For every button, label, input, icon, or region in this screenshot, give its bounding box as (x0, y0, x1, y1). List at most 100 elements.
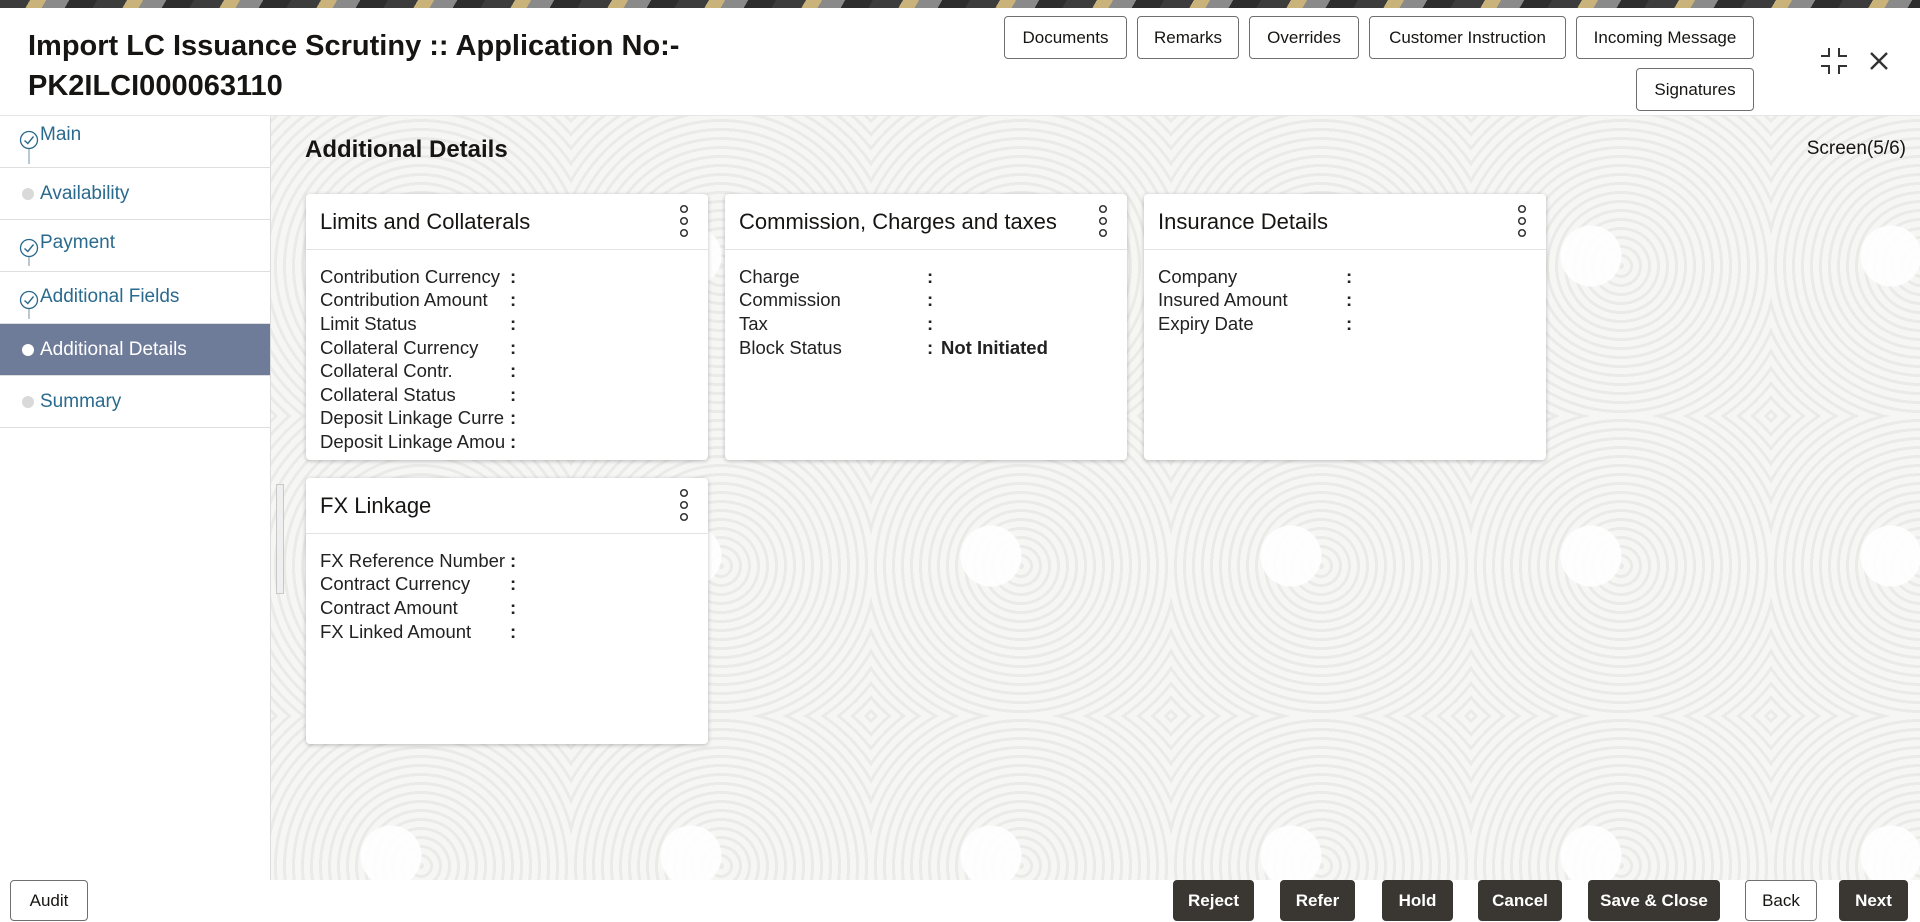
documents-button[interactable]: Documents (1004, 16, 1127, 59)
field-label: Tax (739, 313, 927, 335)
train-stop-sidebar: Main Availability Payment Additional Fie… (0, 116, 271, 880)
incoming-message-button[interactable]: Incoming Message (1576, 16, 1754, 59)
field-row: Limit Status: (320, 312, 708, 336)
field-row: Expiry Date: (1158, 312, 1546, 336)
main-content: Additional Details Screen(5/6) Limits an… (271, 116, 1920, 880)
page-title-line2: PK2ILCI000063110 (28, 66, 728, 106)
sidebar-item-main[interactable]: Main (0, 116, 270, 168)
screen-indicator: Screen(5/6) (1807, 138, 1906, 160)
sidebar-item-summary[interactable]: Summary (0, 376, 270, 428)
field-separator: : (510, 573, 520, 595)
field-label: FX Linked Amount (320, 621, 510, 643)
fx-linkage-card: FX Linkage FX Reference Number: Contract… (306, 478, 708, 744)
reject-button[interactable]: Reject (1173, 880, 1254, 921)
field-label: Deposit Linkage Curre (320, 407, 510, 429)
page-title: Import LC Issuance Scrutiny :: Applicati… (28, 26, 728, 106)
sidebar-item-label: Summary (40, 391, 121, 413)
close-icon[interactable] (1864, 46, 1894, 76)
field-label: Expiry Date (1158, 313, 1346, 335)
back-button[interactable]: Back (1745, 880, 1817, 921)
commission-charges-card: Commission, Charges and taxes Charge: Co… (725, 194, 1127, 460)
field-row: Charge: (739, 265, 1127, 289)
card-body: Charge: Commission: Tax: Block Status:No… (725, 250, 1127, 359)
kebab-menu-icon[interactable] (1516, 204, 1528, 238)
field-row: Insured Amount: (1158, 289, 1546, 313)
card-body: Contribution Currency: Contribution Amou… (306, 250, 708, 454)
refer-button[interactable]: Refer (1280, 880, 1355, 921)
sidebar-item-additional-details[interactable]: Additional Details (0, 324, 270, 376)
field-separator: : (510, 407, 520, 429)
sidebar-item-payment[interactable]: Payment (0, 220, 270, 272)
field-row: Collateral Currency: (320, 336, 708, 360)
field-label: Deposit Linkage Amou (320, 431, 510, 453)
section-title: Additional Details (305, 136, 508, 164)
field-row: Contribution Currency: (320, 265, 708, 289)
customer-instruction-button[interactable]: Customer Instruction (1369, 16, 1566, 59)
field-row: Commission: (739, 289, 1127, 313)
kebab-menu-icon[interactable] (678, 488, 690, 522)
kebab-menu-icon[interactable] (1097, 204, 1109, 238)
collapse-icon[interactable] (1819, 46, 1849, 76)
panel-scrollbar[interactable] (276, 484, 284, 594)
field-row: Deposit Linkage Amou: (320, 430, 708, 454)
cancel-button[interactable]: Cancel (1478, 880, 1562, 921)
window-header: Import LC Issuance Scrutiny :: Applicati… (0, 8, 1920, 116)
limits-collaterals-card: Limits and Collaterals Contribution Curr… (306, 194, 708, 460)
action-footer: Audit Reject Refer Hold Cancel Save & Cl… (0, 880, 1920, 922)
sidebar-item-label: Main (40, 124, 81, 146)
field-row: Collateral Contr.: (320, 359, 708, 383)
field-separator: : (1346, 266, 1356, 288)
sidebar-item-additional-fields[interactable]: Additional Fields (0, 272, 270, 324)
field-label: Contract Currency (320, 573, 510, 595)
card-title: Insurance Details (1158, 209, 1328, 235)
field-label: Collateral Contr. (320, 360, 510, 382)
card-header: Insurance Details (1144, 194, 1546, 250)
card-title: Commission, Charges and taxes (739, 209, 1057, 235)
field-separator: : (510, 550, 520, 572)
field-separator: : (927, 266, 937, 288)
hold-button[interactable]: Hold (1382, 880, 1453, 921)
signatures-button[interactable]: Signatures (1636, 68, 1754, 111)
block-status-value: Not Initiated (941, 337, 1048, 359)
field-row: Block Status:Not Initiated (739, 336, 1127, 360)
field-row: Tax: (739, 312, 1127, 336)
field-label: Collateral Currency (320, 337, 510, 359)
field-separator: : (510, 337, 520, 359)
field-separator: : (510, 597, 520, 619)
sidebar-item-label: Additional Fields (40, 286, 179, 308)
field-row: FX Reference Number: (320, 549, 708, 573)
kebab-menu-icon[interactable] (678, 204, 690, 238)
sidebar-item-availability[interactable]: Availability (0, 168, 270, 220)
field-separator: : (510, 313, 520, 335)
insurance-details-card: Insurance Details Company: Insured Amoun… (1144, 194, 1546, 460)
sidebar-item-label: Payment (40, 232, 115, 254)
field-label: Insured Amount (1158, 289, 1346, 311)
save-close-button[interactable]: Save & Close (1588, 880, 1720, 921)
card-body: Company: Insured Amount: Expiry Date: (1144, 250, 1546, 336)
field-separator: : (510, 360, 520, 382)
field-label: FX Reference Number (320, 550, 510, 572)
field-separator: : (510, 289, 520, 311)
field-label: Block Status (739, 337, 927, 359)
field-label: Collateral Status (320, 384, 510, 406)
overrides-button[interactable]: Overrides (1249, 16, 1359, 59)
audit-button[interactable]: Audit (10, 880, 88, 921)
sidebar-item-label: Availability (40, 183, 129, 205)
card-header: FX Linkage (306, 478, 708, 534)
remarks-button[interactable]: Remarks (1137, 16, 1239, 59)
field-label: Charge (739, 266, 927, 288)
field-row: Company: (1158, 265, 1546, 289)
sidebar-item-label: Additional Details (40, 339, 187, 361)
card-body: FX Reference Number: Contract Currency: … (306, 534, 708, 643)
check-circle-icon (19, 130, 39, 150)
card-header: Limits and Collaterals (306, 194, 708, 250)
card-title: Limits and Collaterals (320, 209, 530, 235)
field-label: Commission (739, 289, 927, 311)
field-separator: : (510, 266, 520, 288)
next-button[interactable]: Next (1839, 880, 1908, 921)
current-dot-icon (22, 344, 34, 356)
check-circle-icon (19, 290, 39, 310)
field-separator: : (927, 289, 937, 311)
field-row: Contract Amount: (320, 596, 708, 620)
pending-dot-icon (22, 396, 34, 408)
